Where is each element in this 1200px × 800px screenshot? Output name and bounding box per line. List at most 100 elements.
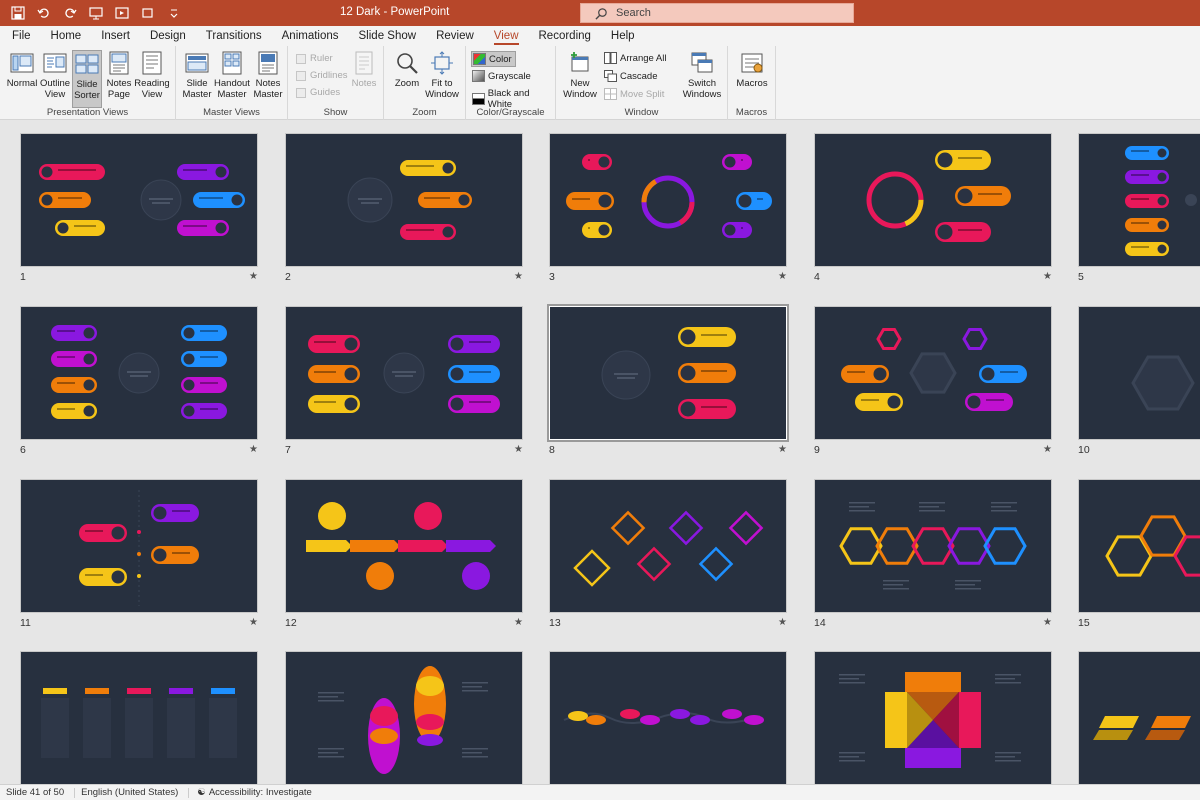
tab-review[interactable]: Review [428,26,482,46]
slide-thumbnail-cell[interactable]: 1 ★ [20,133,258,285]
new-window-button[interactable]: New Window [563,50,597,100]
slide-thumbnail[interactable] [549,133,787,267]
redo-icon[interactable] [60,3,80,23]
transition-star-icon[interactable]: ★ [1043,617,1052,628]
slide-thumbnail[interactable] [814,479,1052,613]
transition-star-icon[interactable]: ★ [1043,444,1052,455]
slide-thumbnail-cell[interactable] [814,651,1052,784]
gridlines-checkbox[interactable]: Gridlines [296,70,348,81]
slide-thumbnail-cell[interactable]: 3 ★ [549,133,787,285]
transition-star-icon[interactable]: ★ [514,444,523,455]
tab-animations[interactable]: Animations [274,26,347,46]
slide-thumbnail-cell[interactable] [549,651,787,784]
notes-page-button[interactable]: Notes Page [104,50,134,100]
slide-thumbnail[interactable] [285,479,523,613]
ruler-checkbox[interactable]: Ruler [296,53,333,64]
cascade-button[interactable]: Cascade [604,70,658,82]
grayscale-button[interactable]: Grayscale [472,70,531,82]
tab-view[interactable]: View [486,26,527,46]
shape-icon[interactable] [138,3,158,23]
group-show: Ruler Gridlines Guides Notes Show [288,46,384,120]
slide-thumbnail[interactable] [20,133,258,267]
slide-thumbnail[interactable] [285,133,523,267]
slide-thumbnail[interactable] [285,306,523,440]
slide-thumbnail[interactable] [1078,133,1200,267]
slide-thumbnail-cell[interactable]: 11 ★ [20,479,258,631]
slide-counter[interactable]: Slide 41 of 50 [6,787,64,798]
tab-recording[interactable]: Recording [531,26,599,46]
accessibility-status[interactable]: Accessibility: Investigate [209,787,312,798]
slide-thumbnail-cell[interactable]: 14 ★ [814,479,1052,631]
transition-star-icon[interactable]: ★ [249,617,258,628]
reading-view-button[interactable]: Reading View [134,50,170,100]
undo-icon[interactable] [34,3,54,23]
tab-slide-show[interactable]: Slide Show [351,26,425,46]
tab-design[interactable]: Design [142,26,194,46]
notes-master-button[interactable]: Notes Master [252,50,284,100]
slide-thumbnail-cell[interactable]: 2 ★ [285,133,523,285]
slide-thumbnail-cell[interactable]: 15 [1078,479,1200,631]
tab-file[interactable]: File [4,26,39,46]
transition-star-icon[interactable]: ★ [249,271,258,282]
slide-thumbnail[interactable] [547,304,789,442]
slide-sorter-button[interactable]: Slide Sorter [72,50,102,108]
tab-help[interactable]: Help [603,26,643,46]
switch-windows-button[interactable]: Switch Windows [680,50,724,100]
slide-thumbnail-footer: 13 ★ [549,613,787,631]
handout-master-button[interactable]: Handout Master [214,50,250,100]
outline-view-button[interactable]: Outline View [38,50,72,100]
slide-thumbnail[interactable] [20,651,258,784]
slide-thumbnail-cell[interactable] [1078,651,1200,784]
slide-thumbnail-cell[interactable] [285,651,523,784]
zoom-button[interactable]: Zoom [392,50,422,89]
slide-thumbnail-cell[interactable]: 10 [1078,306,1200,458]
slide-thumbnail-cell[interactable]: 7 ★ [285,306,523,458]
slide-thumbnail-cell[interactable]: 4 ★ [814,133,1052,285]
guides-checkbox[interactable]: Guides [296,87,340,98]
transition-star-icon[interactable]: ★ [778,444,787,455]
tab-insert[interactable]: Insert [93,26,138,46]
slide-thumbnail[interactable] [1078,479,1200,613]
start-from-beginning-icon[interactable] [112,3,132,23]
transition-star-icon[interactable]: ★ [514,617,523,628]
slide-thumbnail[interactable] [814,133,1052,267]
slide-thumbnail-cell[interactable]: 8 ★ [547,304,789,458]
slide-thumbnail[interactable] [20,479,258,613]
slide-thumbnail[interactable] [814,306,1052,440]
language-indicator[interactable]: English (United States) [81,787,178,798]
slide-thumbnail[interactable] [285,651,523,784]
slide-thumbnail-cell[interactable] [20,651,258,784]
customize-qat-icon[interactable] [164,3,184,23]
slide-thumbnail[interactable] [1078,306,1200,440]
slide-thumbnail-cell[interactable]: 9 ★ [814,306,1052,458]
slide-thumbnail[interactable] [549,479,787,613]
slide-master-button[interactable]: Slide Master [182,50,212,100]
present-icon[interactable] [86,3,106,23]
slide-thumbnail-cell[interactable]: 13 ★ [549,479,787,631]
transition-star-icon[interactable]: ★ [778,617,787,628]
slide-number: 15 [1078,617,1090,629]
slide-sorter-pane[interactable]: 1 ★ 2 ★ 3 ★ 4 ★ 5 6 ★ 7 ★ 8 ★ 9 ★ 10 11 … [0,121,1200,784]
search-box[interactable]: Search [580,3,854,23]
macros-button[interactable]: Macros [736,50,768,89]
notes-button[interactable]: Notes [350,50,378,89]
normal-view-button[interactable]: Normal [6,50,38,89]
slide-thumbnail[interactable] [20,306,258,440]
slide-thumbnail-cell[interactable]: 12 ★ [285,479,523,631]
slide-thumbnail[interactable] [814,651,1052,784]
transition-star-icon[interactable]: ★ [778,271,787,282]
arrange-all-button[interactable]: Arrange All [604,52,666,64]
slide-thumbnail-cell[interactable]: 6 ★ [20,306,258,458]
tab-transitions[interactable]: Transitions [198,26,270,46]
slide-thumbnail[interactable] [1078,651,1200,784]
slide-thumbnail-cell[interactable]: 5 [1078,133,1200,285]
fit-to-window-button[interactable]: Fit to Window [424,50,460,100]
color-button[interactable]: Color [471,51,516,67]
transition-star-icon[interactable]: ★ [1043,271,1052,282]
slide-thumbnail[interactable] [549,651,787,784]
transition-star-icon[interactable]: ★ [249,444,258,455]
move-split-button[interactable]: Move Split [604,88,664,100]
transition-star-icon[interactable]: ★ [514,271,523,282]
tab-home[interactable]: Home [43,26,90,46]
save-icon[interactable] [8,3,28,23]
